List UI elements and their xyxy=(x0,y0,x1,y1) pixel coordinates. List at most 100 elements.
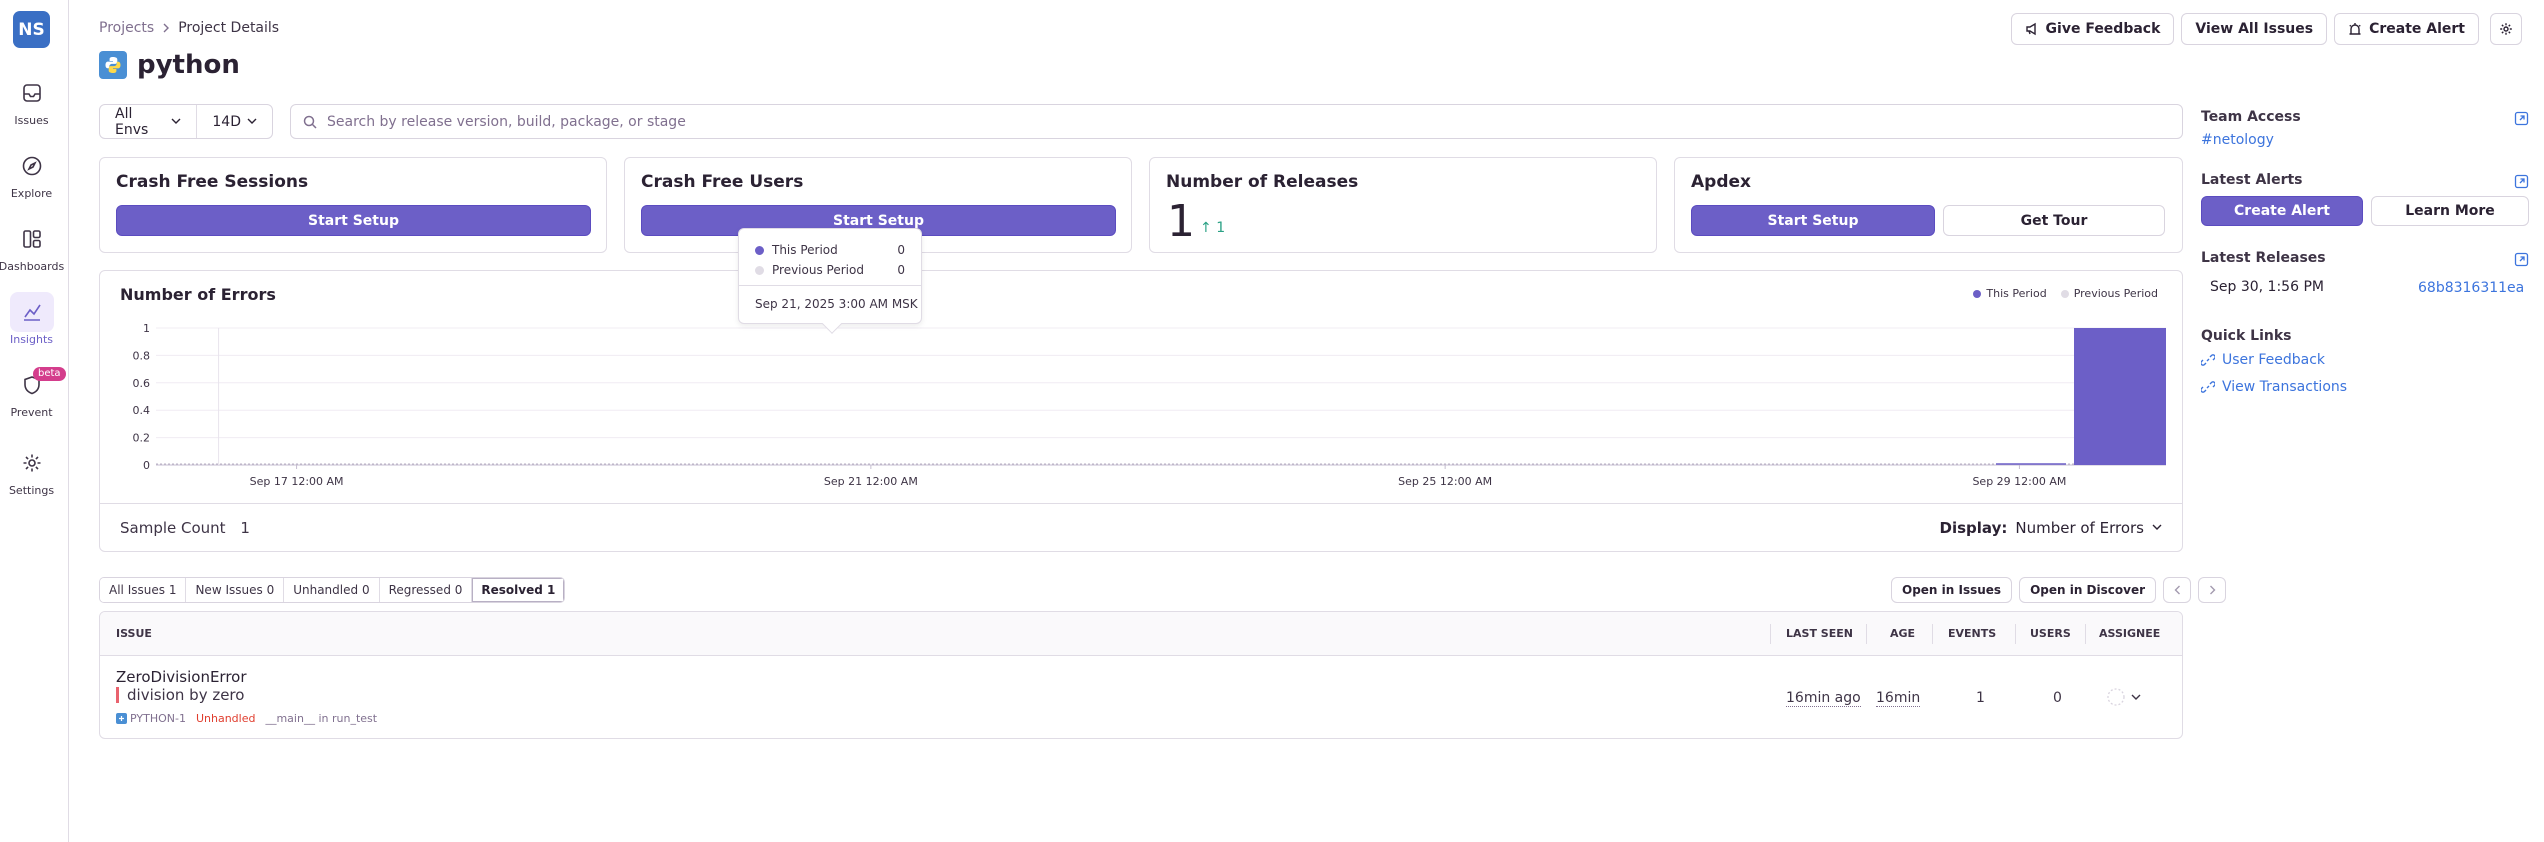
release-version-link[interactable]: 68b8316311ea xyxy=(2418,280,2524,296)
tooltip-value: 0 xyxy=(897,243,905,257)
header-actions: Give Feedback View All Issues Create Ale… xyxy=(2010,13,2479,45)
tooltip-divider xyxy=(739,285,921,286)
team-access-title: Team Access xyxy=(2201,109,2301,125)
card-title: Crash Free Sessions xyxy=(116,172,309,192)
learn-more-button[interactable]: Learn More xyxy=(2371,196,2529,226)
nav-item-dashboards[interactable]: Dashboards xyxy=(0,219,64,273)
nav-label: Issues xyxy=(14,114,49,127)
last-seen-value: 16min ago xyxy=(1786,690,1861,707)
sample-count-value: 1 xyxy=(240,518,250,537)
give-feedback-button[interactable]: Give Feedback xyxy=(2010,13,2175,45)
issue-title[interactable]: ZeroDivisionError xyxy=(116,668,247,686)
y-tick-label: 0.4 xyxy=(133,404,151,417)
tab-all-issues[interactable]: All Issues 1 xyxy=(100,578,187,602)
crash-free-sessions-card: Crash Free Sessions Start Setup xyxy=(99,157,607,253)
y-tick-label: 0.6 xyxy=(133,377,151,390)
open-link-icon[interactable] xyxy=(2514,111,2529,126)
errors-chart[interactable]: 1 0.8 0.6 0.4 0.2 0 Sep 17 12:00 AM Sep 21 12:0… xyxy=(100,271,2184,505)
release-delta: ↑ 1 xyxy=(1200,220,1225,236)
tab-count: 1 xyxy=(547,583,556,597)
tab-regressed[interactable]: Regressed 0 xyxy=(379,578,473,602)
page-filter-bar: All Envs 14D xyxy=(99,104,273,139)
siren-icon xyxy=(2348,22,2362,36)
period-value: 14D xyxy=(212,113,241,130)
issue-short-id[interactable]: PYTHON-1 xyxy=(116,712,186,725)
inbox-icon xyxy=(10,73,54,113)
view-all-issues-label: View All Issues xyxy=(2195,21,2314,37)
start-setup-button[interactable]: Start Setup xyxy=(116,205,591,236)
create-alert-button[interactable]: Create Alert xyxy=(2201,196,2363,226)
table-row[interactable]: ZeroDivisionError division by zero PYTHO… xyxy=(100,656,2182,738)
link-label: User Feedback xyxy=(2222,352,2326,368)
tab-resolved[interactable]: Resolved 1 xyxy=(472,578,565,602)
nav-item-prevent[interactable]: beta Prevent xyxy=(0,365,66,419)
tooltip-label: This Period xyxy=(772,243,838,257)
team-link[interactable]: #netology xyxy=(2201,132,2274,148)
get-tour-button[interactable]: Get Tour xyxy=(1943,205,2165,236)
tooltip-row-this-period: This Period 0 xyxy=(755,243,905,257)
nav-label: Explore xyxy=(10,187,53,200)
y-tick-label: 0.2 xyxy=(133,432,151,445)
sidebar-nav: NS Issues Explore Dashboards Insights be… xyxy=(0,0,69,842)
project-settings-button[interactable] xyxy=(2490,13,2522,45)
insights-icon xyxy=(9,292,54,332)
gear-icon xyxy=(10,443,54,483)
tooltip-row-previous-period: Previous Period 0 xyxy=(755,263,905,277)
breadcrumb: Projects Project Details xyxy=(99,20,279,36)
column-header-events: EVENTS xyxy=(1948,627,1997,640)
dashboard-icon xyxy=(10,219,54,259)
nav-item-explore[interactable]: Explore xyxy=(0,146,63,200)
release-search-input[interactable]: Search by release version, build, packag… xyxy=(290,104,2183,139)
view-all-issues-button[interactable]: View All Issues xyxy=(2181,13,2328,45)
quick-link-view-transactions[interactable]: View Transactions xyxy=(2201,379,2347,395)
next-page-button[interactable] xyxy=(2198,577,2226,603)
nav-label: Settings xyxy=(8,484,55,497)
issue-meta: PYTHON-1 Unhandled __main__ in run_test xyxy=(116,712,377,725)
assignee-selector[interactable] xyxy=(2107,688,2141,706)
nav-item-insights[interactable]: Insights xyxy=(0,292,63,346)
release-date: Sep 30, 1:56 PM xyxy=(2210,279,2324,295)
chevron-down-icon xyxy=(171,118,181,125)
org-avatar[interactable]: NS xyxy=(13,11,50,48)
short-id-text: PYTHON-1 xyxy=(130,712,186,725)
latest-alerts-title: Latest Alerts xyxy=(2201,172,2303,188)
sample-count: Sample Count 1 xyxy=(120,519,250,537)
period-selector[interactable]: 14D xyxy=(196,105,272,138)
open-link-icon[interactable] xyxy=(2514,252,2529,267)
unassigned-avatar-icon xyxy=(2107,688,2125,706)
display-label: Display: xyxy=(1939,518,2008,537)
open-in-discover-button[interactable]: Open in Discover xyxy=(2019,577,2156,603)
column-divider xyxy=(2085,624,2086,644)
prev-page-button[interactable] xyxy=(2163,577,2191,603)
open-in-issues-button[interactable]: Open in Issues xyxy=(1891,577,2013,603)
nav-item-issues[interactable]: Issues xyxy=(0,73,63,127)
create-alert-button[interactable]: Create Alert xyxy=(2334,13,2479,45)
tab-new-issues[interactable]: New Issues 0 xyxy=(186,578,285,602)
column-divider xyxy=(1770,624,1771,644)
search-icon xyxy=(303,115,317,129)
start-setup-button[interactable]: Start Setup xyxy=(1691,205,1935,236)
breadcrumb-projects[interactable]: Projects xyxy=(99,20,154,36)
chevron-down-icon xyxy=(2131,694,2141,701)
column-header-assignee: ASSIGNEE xyxy=(2099,627,2161,640)
display-selector[interactable]: Display: Number of Errors xyxy=(1940,519,2162,537)
nav-label: Insights xyxy=(9,333,53,346)
chevron-left-icon xyxy=(2174,585,2181,595)
table-header: ISSUE LAST SEEN AGE EVENTS USERS ASSIGNE… xyxy=(100,612,2182,656)
quick-link-user-feedback[interactable]: User Feedback xyxy=(2201,352,2325,368)
environment-selector[interactable]: All Envs xyxy=(100,105,196,138)
column-header-last-seen: LAST SEEN xyxy=(1786,627,1853,640)
users-value: 0 xyxy=(2053,690,2062,706)
open-link-icon[interactable] xyxy=(2514,174,2529,189)
release-count: 1 xyxy=(1167,196,1195,247)
breadcrumb-current: Project Details xyxy=(178,20,280,36)
column-divider xyxy=(1932,624,1933,644)
nav-item-settings[interactable]: Settings xyxy=(0,443,63,497)
x-tick-label: Sep 21 12:00 AM xyxy=(824,475,918,488)
chevron-down-icon xyxy=(247,118,257,125)
card-title: Apdex xyxy=(1691,172,1751,192)
unhandled-tag: Unhandled xyxy=(195,712,256,725)
y-tick-label: 1 xyxy=(143,322,150,335)
tab-unhandled[interactable]: Unhandled 0 xyxy=(284,578,380,602)
tab-count: 1 xyxy=(168,583,177,597)
